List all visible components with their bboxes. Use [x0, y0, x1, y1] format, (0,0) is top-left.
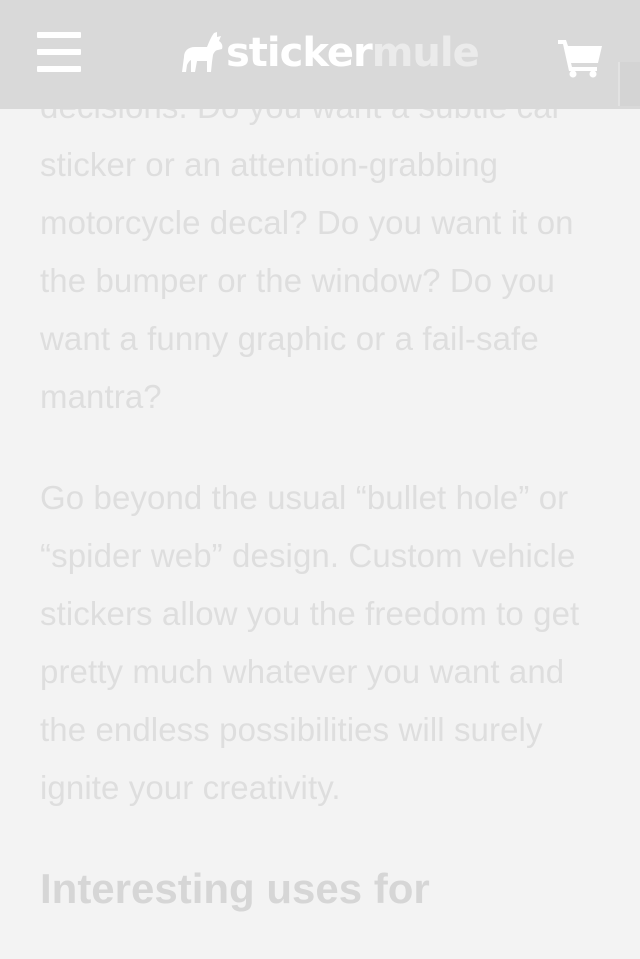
brand-name-part1: sticker [226, 30, 373, 76]
shopping-cart-icon[interactable] [556, 36, 604, 78]
section-heading: Interesting uses for [40, 865, 430, 912]
scrollbar[interactable] [618, 62, 640, 106]
site-header: stickermule [0, 0, 640, 109]
article-content: decisions. Do you want a subtle car stic… [40, 78, 600, 918]
article-paragraph: decisions. Do you want a subtle car stic… [40, 88, 574, 415]
brand-name-part2: mule [371, 30, 480, 76]
article-paragraph: Go beyond the usual “bullet hole” or “sp… [40, 479, 580, 806]
page: decisions. Do you want a subtle car stic… [0, 0, 640, 959]
brand-wordmark: stickermule [226, 28, 480, 78]
mule-logo-icon [182, 32, 223, 72]
brand-logo[interactable]: stickermule [178, 28, 480, 78]
hamburger-menu-icon[interactable] [37, 32, 81, 72]
